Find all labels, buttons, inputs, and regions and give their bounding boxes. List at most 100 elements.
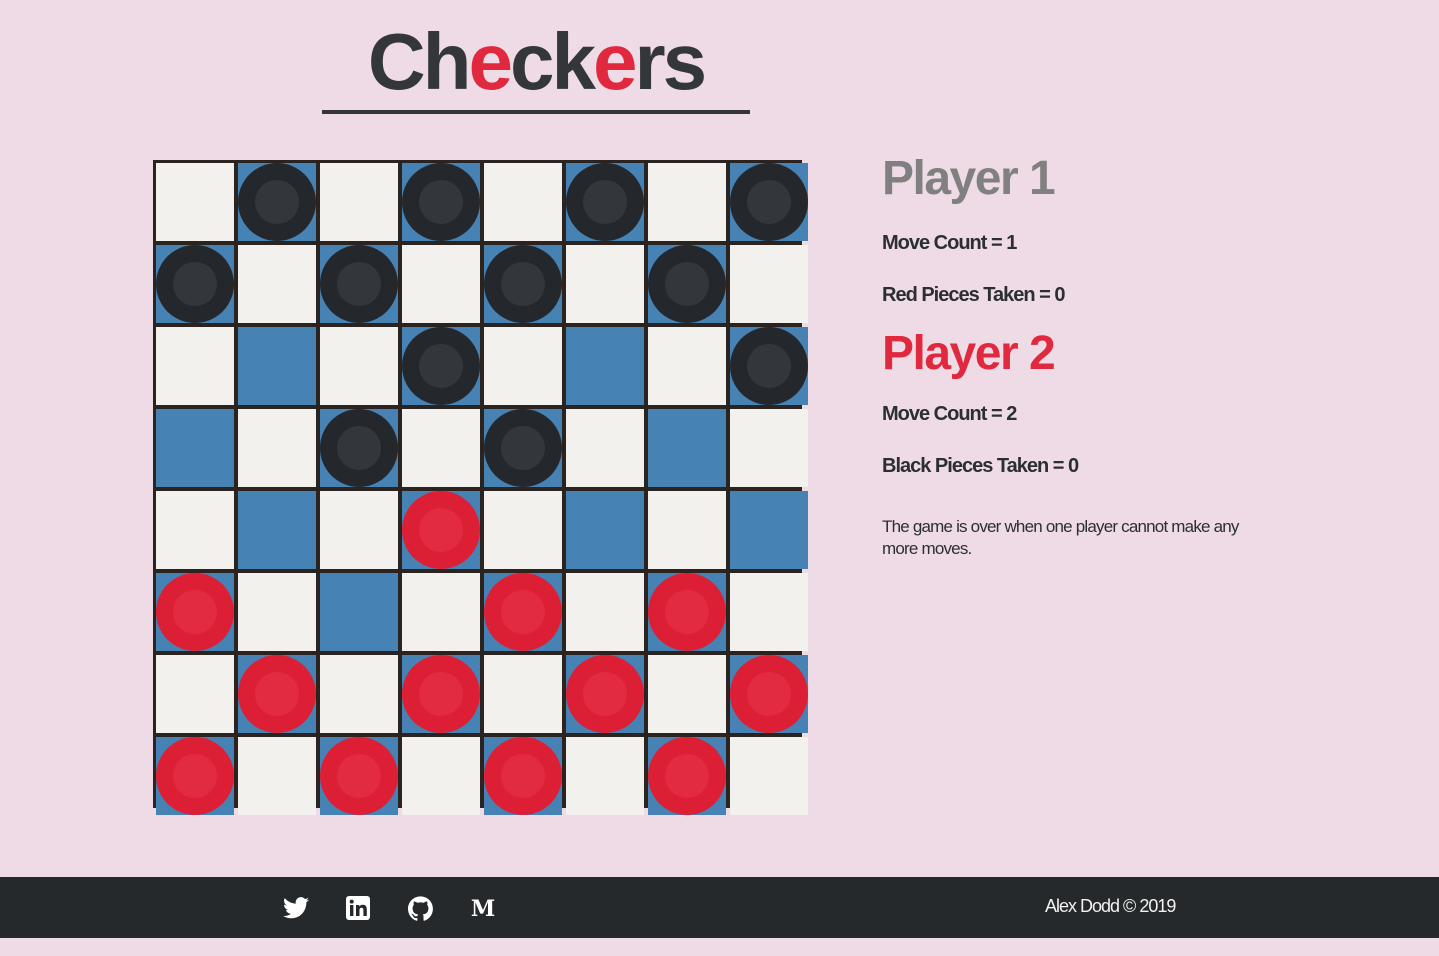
red-checker-piece[interactable] [484, 737, 562, 815]
black-checker-piece[interactable] [320, 409, 398, 487]
board-square-r6c4[interactable] [402, 573, 480, 651]
board-square-r4c7[interactable] [648, 409, 726, 487]
board-square-r5c7[interactable] [648, 491, 726, 569]
red-checker-piece[interactable] [648, 737, 726, 815]
board-square-r4c1[interactable] [156, 409, 234, 487]
board-square-r6c5[interactable] [484, 573, 562, 651]
red-checker-piece[interactable] [730, 655, 808, 733]
board-square-r4c6[interactable] [566, 409, 644, 487]
black-checker-piece[interactable] [402, 327, 480, 405]
board-square-r2c2[interactable] [238, 245, 316, 323]
piece-center [419, 508, 463, 552]
red-checker-piece[interactable] [402, 655, 480, 733]
black-checker-piece[interactable] [484, 409, 562, 487]
black-checker-piece[interactable] [320, 245, 398, 323]
board-square-r6c3[interactable] [320, 573, 398, 651]
board-square-r7c8[interactable] [730, 655, 808, 733]
board-square-r3c8[interactable] [730, 327, 808, 405]
board-square-r8c1[interactable] [156, 737, 234, 815]
board-square-r3c7[interactable] [648, 327, 726, 405]
board-square-r3c5[interactable] [484, 327, 562, 405]
github-icon[interactable] [407, 895, 433, 921]
red-checker-piece[interactable] [566, 655, 644, 733]
board-square-r7c3[interactable] [320, 655, 398, 733]
board-square-r7c1[interactable] [156, 655, 234, 733]
board-square-r8c6[interactable] [566, 737, 644, 815]
board-square-r8c5[interactable] [484, 737, 562, 815]
linkedin-icon[interactable] [345, 895, 371, 921]
board-square-r6c6[interactable] [566, 573, 644, 651]
board-square-r4c5[interactable] [484, 409, 562, 487]
board-square-r3c6[interactable] [566, 327, 644, 405]
board-square-r3c4[interactable] [402, 327, 480, 405]
board-square-r1c8[interactable] [730, 163, 808, 241]
board-square-r7c7[interactable] [648, 655, 726, 733]
board-square-r7c4[interactable] [402, 655, 480, 733]
board-square-r2c1[interactable] [156, 245, 234, 323]
board-square-r2c7[interactable] [648, 245, 726, 323]
board-square-r1c3[interactable] [320, 163, 398, 241]
board-square-r3c2[interactable] [238, 327, 316, 405]
medium-icon[interactable]: M [470, 895, 496, 921]
board-square-r2c5[interactable] [484, 245, 562, 323]
board-square-r8c8[interactable] [730, 737, 808, 815]
board-square-r1c5[interactable] [484, 163, 562, 241]
red-checker-piece[interactable] [402, 491, 480, 569]
board-square-r7c6[interactable] [566, 655, 644, 733]
board-square-r1c4[interactable] [402, 163, 480, 241]
black-checker-piece[interactable] [648, 245, 726, 323]
black-checker-piece[interactable] [156, 245, 234, 323]
red-checker-piece[interactable] [320, 737, 398, 815]
piece-center [501, 426, 545, 470]
piece-center [665, 754, 709, 798]
red-checker-piece[interactable] [156, 573, 234, 651]
red-checker-piece[interactable] [238, 655, 316, 733]
twitter-icon[interactable] [283, 895, 309, 921]
board-square-r3c3[interactable] [320, 327, 398, 405]
board-square-r5c4[interactable] [402, 491, 480, 569]
piece-center [583, 180, 627, 224]
board-square-r3c1[interactable] [156, 327, 234, 405]
board-square-r2c6[interactable] [566, 245, 644, 323]
red-checker-piece[interactable] [484, 573, 562, 651]
red-checker-piece[interactable] [648, 573, 726, 651]
board-square-r5c1[interactable] [156, 491, 234, 569]
board-square-r5c8[interactable] [730, 491, 808, 569]
board-square-r5c6[interactable] [566, 491, 644, 569]
black-checker-piece[interactable] [484, 245, 562, 323]
black-checker-piece[interactable] [730, 163, 808, 241]
board-square-r1c2[interactable] [238, 163, 316, 241]
piece-center [255, 672, 299, 716]
black-checker-piece[interactable] [402, 163, 480, 241]
board-square-r8c2[interactable] [238, 737, 316, 815]
board-square-r1c6[interactable] [566, 163, 644, 241]
board-square-r4c2[interactable] [238, 409, 316, 487]
title-part: e [593, 17, 637, 106]
board-square-r7c2[interactable] [238, 655, 316, 733]
board-square-r1c1[interactable] [156, 163, 234, 241]
board-square-r1c7[interactable] [648, 163, 726, 241]
board-square-r5c5[interactable] [484, 491, 562, 569]
player-1-heading: Player 1 [882, 152, 1056, 205]
board-square-r2c3[interactable] [320, 245, 398, 323]
board-square-r6c7[interactable] [648, 573, 726, 651]
board-square-r5c2[interactable] [238, 491, 316, 569]
board-square-r2c8[interactable] [730, 245, 808, 323]
board-square-r6c2[interactable] [238, 573, 316, 651]
board-square-r7c5[interactable] [484, 655, 562, 733]
board-square-r8c4[interactable] [402, 737, 480, 815]
board-square-r4c3[interactable] [320, 409, 398, 487]
board-square-r6c8[interactable] [730, 573, 808, 651]
black-checker-piece[interactable] [238, 163, 316, 241]
board-square-r8c3[interactable] [320, 737, 398, 815]
board-square-r6c1[interactable] [156, 573, 234, 651]
piece-center [583, 672, 627, 716]
black-checker-piece[interactable] [730, 327, 808, 405]
board-square-r2c4[interactable] [402, 245, 480, 323]
board-square-r5c3[interactable] [320, 491, 398, 569]
red-checker-piece[interactable] [156, 737, 234, 815]
black-checker-piece[interactable] [566, 163, 644, 241]
board-square-r4c8[interactable] [730, 409, 808, 487]
board-square-r4c4[interactable] [402, 409, 480, 487]
board-square-r8c7[interactable] [648, 737, 726, 815]
